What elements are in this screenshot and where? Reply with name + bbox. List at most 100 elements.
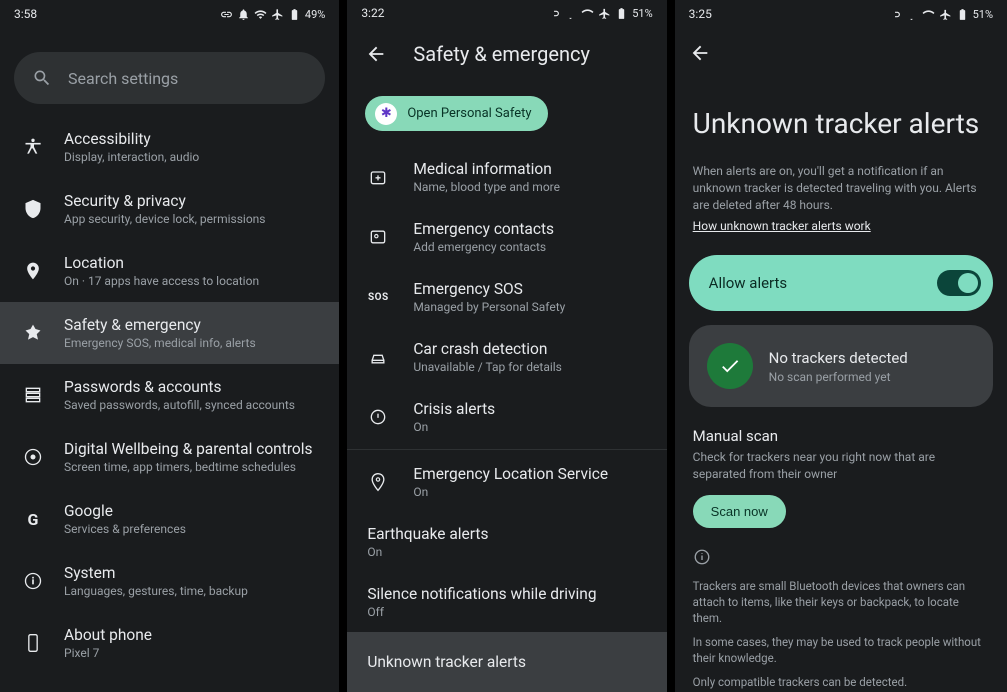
dnd-icon [237, 8, 250, 21]
settings-main-screen: 3:58 49% Search settings Accessibility Di… [0, 0, 339, 692]
wifi-icon [922, 8, 935, 21]
wifi-icon [254, 8, 267, 21]
item-about[interactable]: About phone Pixel 7 [0, 612, 339, 674]
crisis-icon [368, 407, 388, 427]
card-title: No trackers detected [769, 349, 908, 367]
help-link[interactable]: How unknown tracker alerts work [675, 219, 1007, 247]
sos-icon: SOS [368, 292, 389, 303]
battery-icon [615, 7, 628, 20]
dnd-icon [905, 8, 918, 21]
contacts-icon [368, 227, 388, 247]
item-system[interactable]: SystemLanguages, gestures, time, backup [0, 550, 339, 612]
accessibility-icon [23, 137, 43, 157]
header [675, 24, 1007, 68]
status-bar: 3:58 49% [0, 0, 339, 24]
status-bar: 3:25 51% [675, 0, 1007, 24]
switch-on[interactable] [937, 270, 981, 296]
page-title: Safety & emergency [413, 42, 590, 66]
medical-info-icon [368, 167, 388, 187]
item-location[interactable]: Location On · 17 apps have access to loca… [0, 240, 339, 302]
item-sos[interactable]: SOS Emergency SOSManaged by Personal Saf… [347, 267, 666, 327]
tracker-alerts-screen: 3:25 51% Unknown tracker alerts When ale… [675, 0, 1007, 692]
scan-now-button[interactable]: Scan now [693, 495, 786, 528]
item-sub: Managed by Personal Safety [413, 300, 565, 314]
item-contacts[interactable]: Emergency contacts Add emergency contacts [347, 207, 666, 267]
card-sub: No scan performed yet [769, 370, 908, 384]
battery-percent: 49% [305, 8, 325, 21]
item-tracker-alerts[interactable]: Unknown tracker alerts [347, 632, 666, 692]
item-wellbeing[interactable]: Digital Wellbeing & parental controls Scr… [0, 426, 339, 488]
item-sub: On · 17 apps have access to location [64, 274, 259, 288]
status-bar: 3:22 51% [347, 0, 666, 22]
dnd-icon [564, 7, 577, 20]
item-title: Car crash detection [413, 340, 562, 358]
item-safety-emergency[interactable]: Safety & emergencyEmergency SOS, medical… [0, 302, 339, 364]
item-medical[interactable]: Medical information Name, blood type and … [347, 147, 666, 207]
item-title: About phone [64, 626, 152, 644]
info-p1: Trackers are small Bluetooth devices tha… [675, 570, 1007, 626]
safety-list: Medical information Name, blood type and … [347, 147, 666, 692]
item-earthquake[interactable]: Earthquake alertsOn [347, 512, 666, 572]
item-security[interactable]: Security & privacy App security, device l… [0, 178, 339, 240]
clock: 3:25 [689, 7, 712, 21]
item-driving[interactable]: Silence notifications while drivingOff [347, 572, 666, 632]
toggle-label: Allow alerts [709, 274, 788, 292]
airplane-icon [939, 8, 952, 21]
item-sub: Unavailable / Tap for details [413, 360, 562, 374]
item-sub: Name, blood type and more [413, 180, 560, 194]
battery-icon [956, 8, 969, 21]
els-icon [368, 472, 388, 492]
info-outline-icon [693, 548, 711, 566]
item-title: Medical information [413, 160, 560, 178]
item-title: Safety & emergency [64, 316, 256, 334]
item-google[interactable]: G GoogleServices & preferences [0, 488, 339, 550]
item-title: Accessibility [64, 130, 199, 148]
item-title: Location [64, 254, 259, 272]
battery-percent: 51% [973, 8, 993, 21]
airplane-icon [598, 7, 611, 20]
item-sub: Display, interaction, audio [64, 150, 199, 164]
allow-alerts-toggle[interactable]: Allow alerts [689, 255, 993, 311]
medical-icon [23, 323, 43, 343]
clock: 3:58 [14, 7, 37, 21]
item-title: Google [64, 502, 186, 520]
battery-icon [288, 8, 301, 21]
vpn-icon [888, 8, 901, 21]
search-settings[interactable]: Search settings [14, 52, 325, 104]
status-icons: 51% [888, 8, 993, 21]
item-title: Crisis alerts [413, 400, 495, 418]
item-title: Passwords & accounts [64, 378, 295, 396]
chip-label: Open Personal Safety [407, 106, 531, 121]
item-title: Emergency contacts [413, 220, 554, 238]
back-icon[interactable] [365, 43, 387, 65]
divider [347, 449, 666, 450]
item-title: Unknown tracker alerts [367, 653, 526, 671]
manual-scan-sub: Check for trackers near you right now th… [675, 447, 1007, 493]
item-crisis[interactable]: Crisis alerts On [347, 387, 666, 447]
item-title: System [64, 564, 248, 582]
battery-percent: 51% [632, 7, 652, 20]
item-accessibility[interactable]: Accessibility Display, interaction, audio [0, 116, 339, 178]
item-sub: Screen time, app timers, bedtime schedul… [64, 460, 313, 474]
item-els[interactable]: Emergency Location ServiceOn [347, 452, 666, 512]
item-title: Security & privacy [64, 192, 265, 210]
item-sub: App security, device lock, permissions [64, 212, 265, 226]
safety-app-icon: ✱ [375, 103, 397, 125]
settings-list: Accessibility Display, interaction, audio… [0, 116, 339, 674]
item-sub: Add emergency contacts [413, 240, 554, 254]
manual-scan-heading: Manual scan [675, 413, 1007, 447]
item-sub: On [413, 420, 495, 434]
item-passwords[interactable]: Passwords & accounts Saved passwords, aut… [0, 364, 339, 426]
back-icon[interactable] [689, 42, 711, 64]
item-title: Digital Wellbeing & parental controls [64, 440, 313, 458]
item-crash[interactable]: Car crash detection Unavailable / Tap for… [347, 327, 666, 387]
item-sub: On [367, 545, 488, 559]
personal-safety-chip[interactable]: ✱ Open Personal Safety [365, 96, 547, 131]
vpn-icon [220, 8, 233, 21]
item-sub: Off [367, 605, 596, 619]
item-sub: Services & preferences [64, 522, 186, 536]
item-title: Emergency Location Service [413, 465, 608, 483]
shield-icon [23, 199, 43, 219]
item-sub: Pixel 7 [64, 646, 152, 660]
item-sub: Saved passwords, autofill, synced accoun… [64, 398, 295, 412]
